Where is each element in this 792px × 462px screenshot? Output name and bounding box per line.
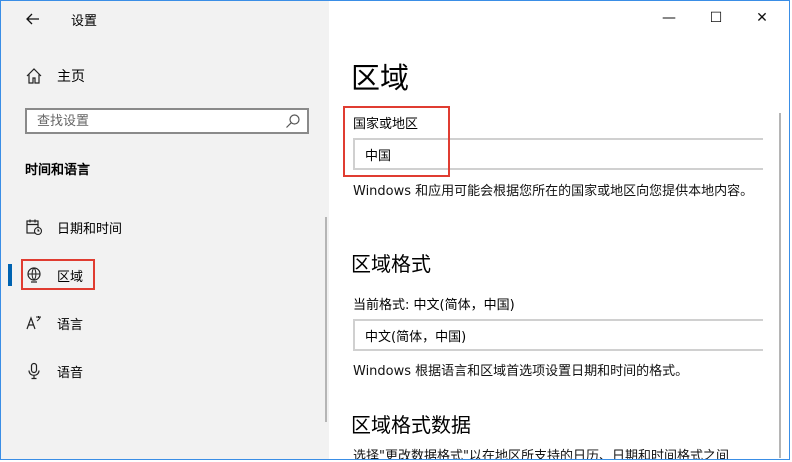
language-icon: [26, 316, 41, 330]
main-scrollbar[interactable]: [779, 113, 781, 458]
search-input[interactable]: [37, 112, 277, 130]
format-dropdown[interactable]: 中文(简体，中国): [353, 319, 763, 351]
page-title: 区域: [351, 61, 410, 95]
sidebar-item-label: 语言: [57, 317, 84, 333]
format-label: 当前格式: 中文(简体，中国): [353, 298, 515, 313]
minimize-button[interactable]: —: [654, 5, 684, 31]
close-button[interactable]: ✕: [747, 5, 777, 31]
close-icon: ✕: [756, 10, 768, 26]
maximize-button[interactable]: ☐: [701, 5, 731, 31]
minimize-icon: —: [662, 10, 676, 26]
settings-window: 设置 主页 时间和语言 日期和时间: [0, 0, 790, 460]
selection-indicator: [8, 264, 12, 286]
calendar-clock-icon: [26, 219, 43, 236]
main-content: — ☐ ✕ 区域 国家或地区 中国 Windows 和应用可能会根据您所在的国家…: [329, 1, 789, 460]
highlight-box-country: [343, 106, 450, 177]
sidebar-item-label: 日期和时间: [57, 221, 123, 237]
sidebar-item-label: 语音: [57, 365, 84, 381]
section-title: 时间和语言: [25, 163, 91, 178]
arrow-left-icon: [26, 13, 39, 25]
highlight-box-region: [21, 259, 95, 290]
app-title: 设置: [71, 14, 98, 29]
home-icon: [26, 68, 42, 84]
sidebar-item-speech[interactable]: 语音: [25, 359, 83, 383]
maximize-icon: ☐: [709, 10, 723, 26]
format-data-description: 选择"更改数据格式"以在地区所支持的日历、日期和时间格式之间: [353, 449, 729, 460]
format-heading: 区域格式: [351, 252, 431, 276]
sidebar: 设置 主页 时间和语言 日期和时间: [1, 1, 329, 459]
sidebar-scrollbar[interactable]: [325, 217, 327, 422]
sidebar-item-language[interactable]: 语言: [25, 311, 83, 335]
country-description: Windows 和应用可能会根据您所在的国家或地区向您提供本地内容。: [353, 184, 754, 199]
back-button[interactable]: [21, 7, 45, 31]
search-icon[interactable]: [285, 113, 301, 129]
format-data-heading: 区域格式数据: [351, 413, 471, 437]
microphone-icon: [28, 362, 40, 380]
format-value: 中文(简体，中国): [365, 329, 467, 345]
sidebar-item-home[interactable]: 主页: [25, 65, 85, 87]
search-box[interactable]: [25, 108, 309, 134]
sidebar-item-date-time[interactable]: 日期和时间: [25, 215, 122, 239]
format-description: Windows 根据语言和区域首选项设置日期和时间的格式。: [353, 364, 689, 379]
sidebar-item-home-label: 主页: [57, 69, 85, 85]
